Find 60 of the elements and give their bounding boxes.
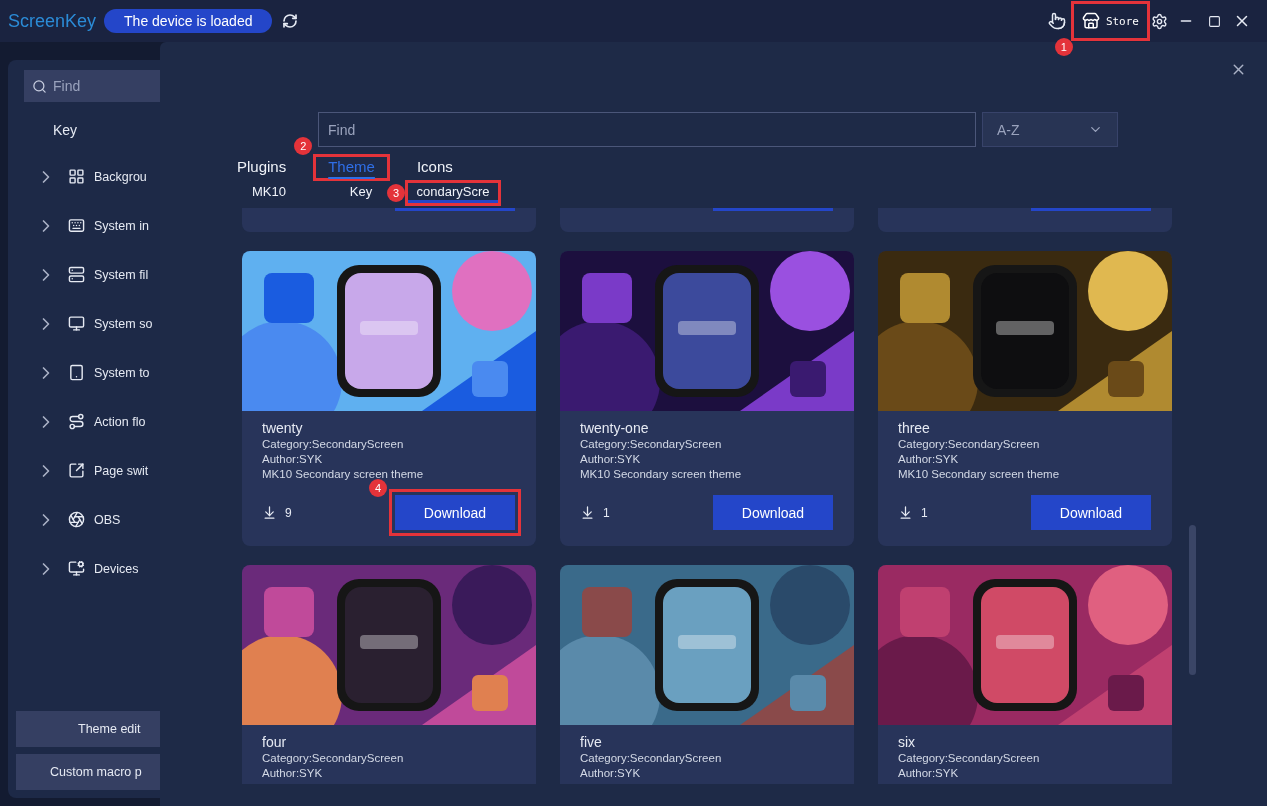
theme-category: Category:SecondaryScreen bbox=[898, 752, 1041, 765]
step-badge: 4 bbox=[369, 479, 387, 497]
refresh-icon[interactable] bbox=[282, 13, 299, 29]
download-icon bbox=[262, 505, 277, 520]
download-count: 1 bbox=[603, 505, 610, 520]
theme-category: Category:SecondaryScreen bbox=[580, 752, 723, 765]
search-icon bbox=[32, 78, 47, 94]
theme-author: Author:SYK bbox=[580, 453, 642, 466]
sort-dropdown[interactable]: A-Z bbox=[982, 112, 1118, 147]
step-badge: 3 bbox=[387, 184, 405, 202]
tree-item[interactable]: Devices bbox=[94, 561, 139, 576]
theme-category: Category:SecondaryScreen bbox=[262, 438, 405, 451]
theme-author: Author:SYK bbox=[580, 767, 642, 780]
theme-title: six bbox=[898, 734, 917, 750]
search-field[interactable]: Find bbox=[24, 70, 160, 102]
settings-icon[interactable] bbox=[1151, 12, 1168, 30]
tree-item[interactable]: System in bbox=[94, 218, 149, 233]
theme-category: Category:SecondaryScreen bbox=[898, 438, 1041, 451]
theme-author: Author:SYK bbox=[898, 767, 960, 780]
sidebar-button[interactable]: Theme edit bbox=[16, 711, 160, 747]
store-icon bbox=[1081, 12, 1100, 30]
tree-item[interactable]: OBS bbox=[94, 512, 121, 527]
app-logo: ScreenKey bbox=[8, 10, 97, 32]
step-badge: 2 bbox=[294, 137, 313, 155]
device-status: The device is loaded bbox=[104, 9, 273, 33]
theme-title: four bbox=[262, 734, 288, 750]
theme-author: Author:SYK bbox=[262, 453, 324, 466]
tree-item[interactable]: System fil bbox=[94, 267, 149, 282]
download-button[interactable]: Download bbox=[713, 495, 833, 530]
tab[interactable]: Icons bbox=[401, 154, 468, 181]
download-button[interactable]: Download bbox=[389, 489, 521, 536]
tree-item[interactable]: Backgrou bbox=[94, 169, 147, 184]
download-icon bbox=[580, 505, 595, 520]
tree-item[interactable]: Action flo bbox=[94, 414, 146, 429]
tree-item[interactable]: System so bbox=[94, 316, 153, 331]
sub-tab[interactable]: MK10 bbox=[223, 182, 315, 204]
scrollbar-thumb[interactable] bbox=[1189, 525, 1196, 675]
theme-description: MK10 Secondary screen theme bbox=[580, 468, 743, 481]
pointer-icon[interactable] bbox=[1047, 12, 1066, 30]
theme-description: MK10 Secondary screen theme bbox=[898, 468, 1061, 481]
download-count: 1 bbox=[921, 505, 928, 520]
tree-item[interactable]: Page swit bbox=[94, 463, 149, 478]
theme-title: three bbox=[898, 420, 931, 436]
download-count: 9 bbox=[285, 505, 292, 520]
theme-category: Category:SecondaryScreen bbox=[580, 438, 723, 451]
search-field[interactable]: Find bbox=[318, 112, 976, 147]
sidebar-button[interactable]: Custom macro p bbox=[16, 754, 160, 790]
theme-title: twenty bbox=[262, 420, 304, 436]
theme-description: MK10 Secondary screen theme bbox=[262, 468, 425, 481]
download-icon bbox=[898, 505, 913, 520]
theme-title: twenty-one bbox=[580, 420, 650, 436]
download-button[interactable]: Download bbox=[1031, 495, 1151, 530]
theme-author: Author:SYK bbox=[898, 453, 960, 466]
theme-title: five bbox=[580, 734, 603, 750]
maximize-icon[interactable] bbox=[1208, 14, 1221, 28]
theme-category: Category:SecondaryScreen bbox=[262, 752, 405, 765]
sub-tab[interactable]: condaryScre bbox=[407, 182, 499, 204]
theme-author: Author:SYK bbox=[262, 767, 324, 780]
section-label: Key bbox=[53, 122, 78, 140]
tree-item[interactable]: System to bbox=[94, 365, 150, 380]
